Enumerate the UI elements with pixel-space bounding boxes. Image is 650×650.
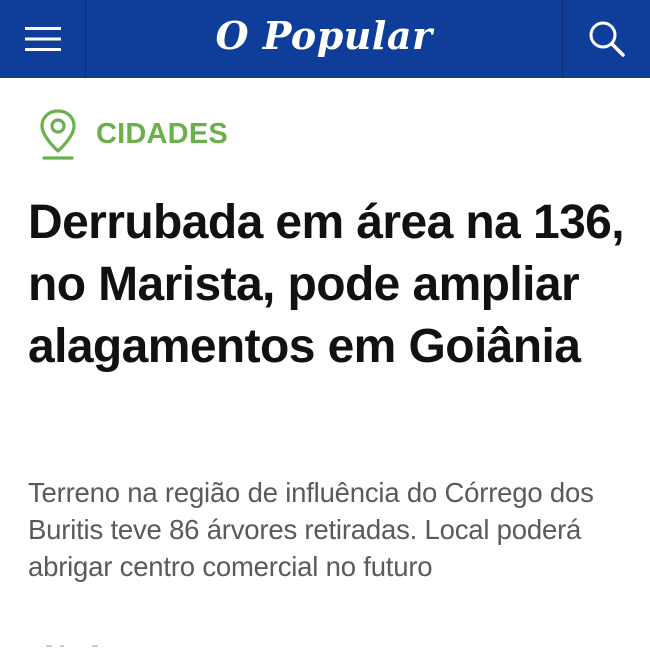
scroll-hint-marks	[46, 645, 98, 647]
hamburger-menu-icon	[24, 27, 61, 51]
section-tag[interactable]: CIDADES	[38, 108, 228, 160]
menu-button[interactable]	[0, 0, 86, 78]
search-icon	[589, 21, 625, 57]
search-button[interactable]	[562, 0, 650, 78]
site-logo[interactable]: O Popular	[86, 0, 562, 75]
section-label: CIDADES	[96, 117, 228, 150]
location-pin-icon	[40, 109, 76, 160]
article-subtitle: Terreno na região de influência do Córre…	[28, 477, 594, 582]
article-headline: Derrubada em área na 136, no Marista, po…	[28, 196, 625, 373]
top-bar: O Popular	[0, 0, 650, 78]
